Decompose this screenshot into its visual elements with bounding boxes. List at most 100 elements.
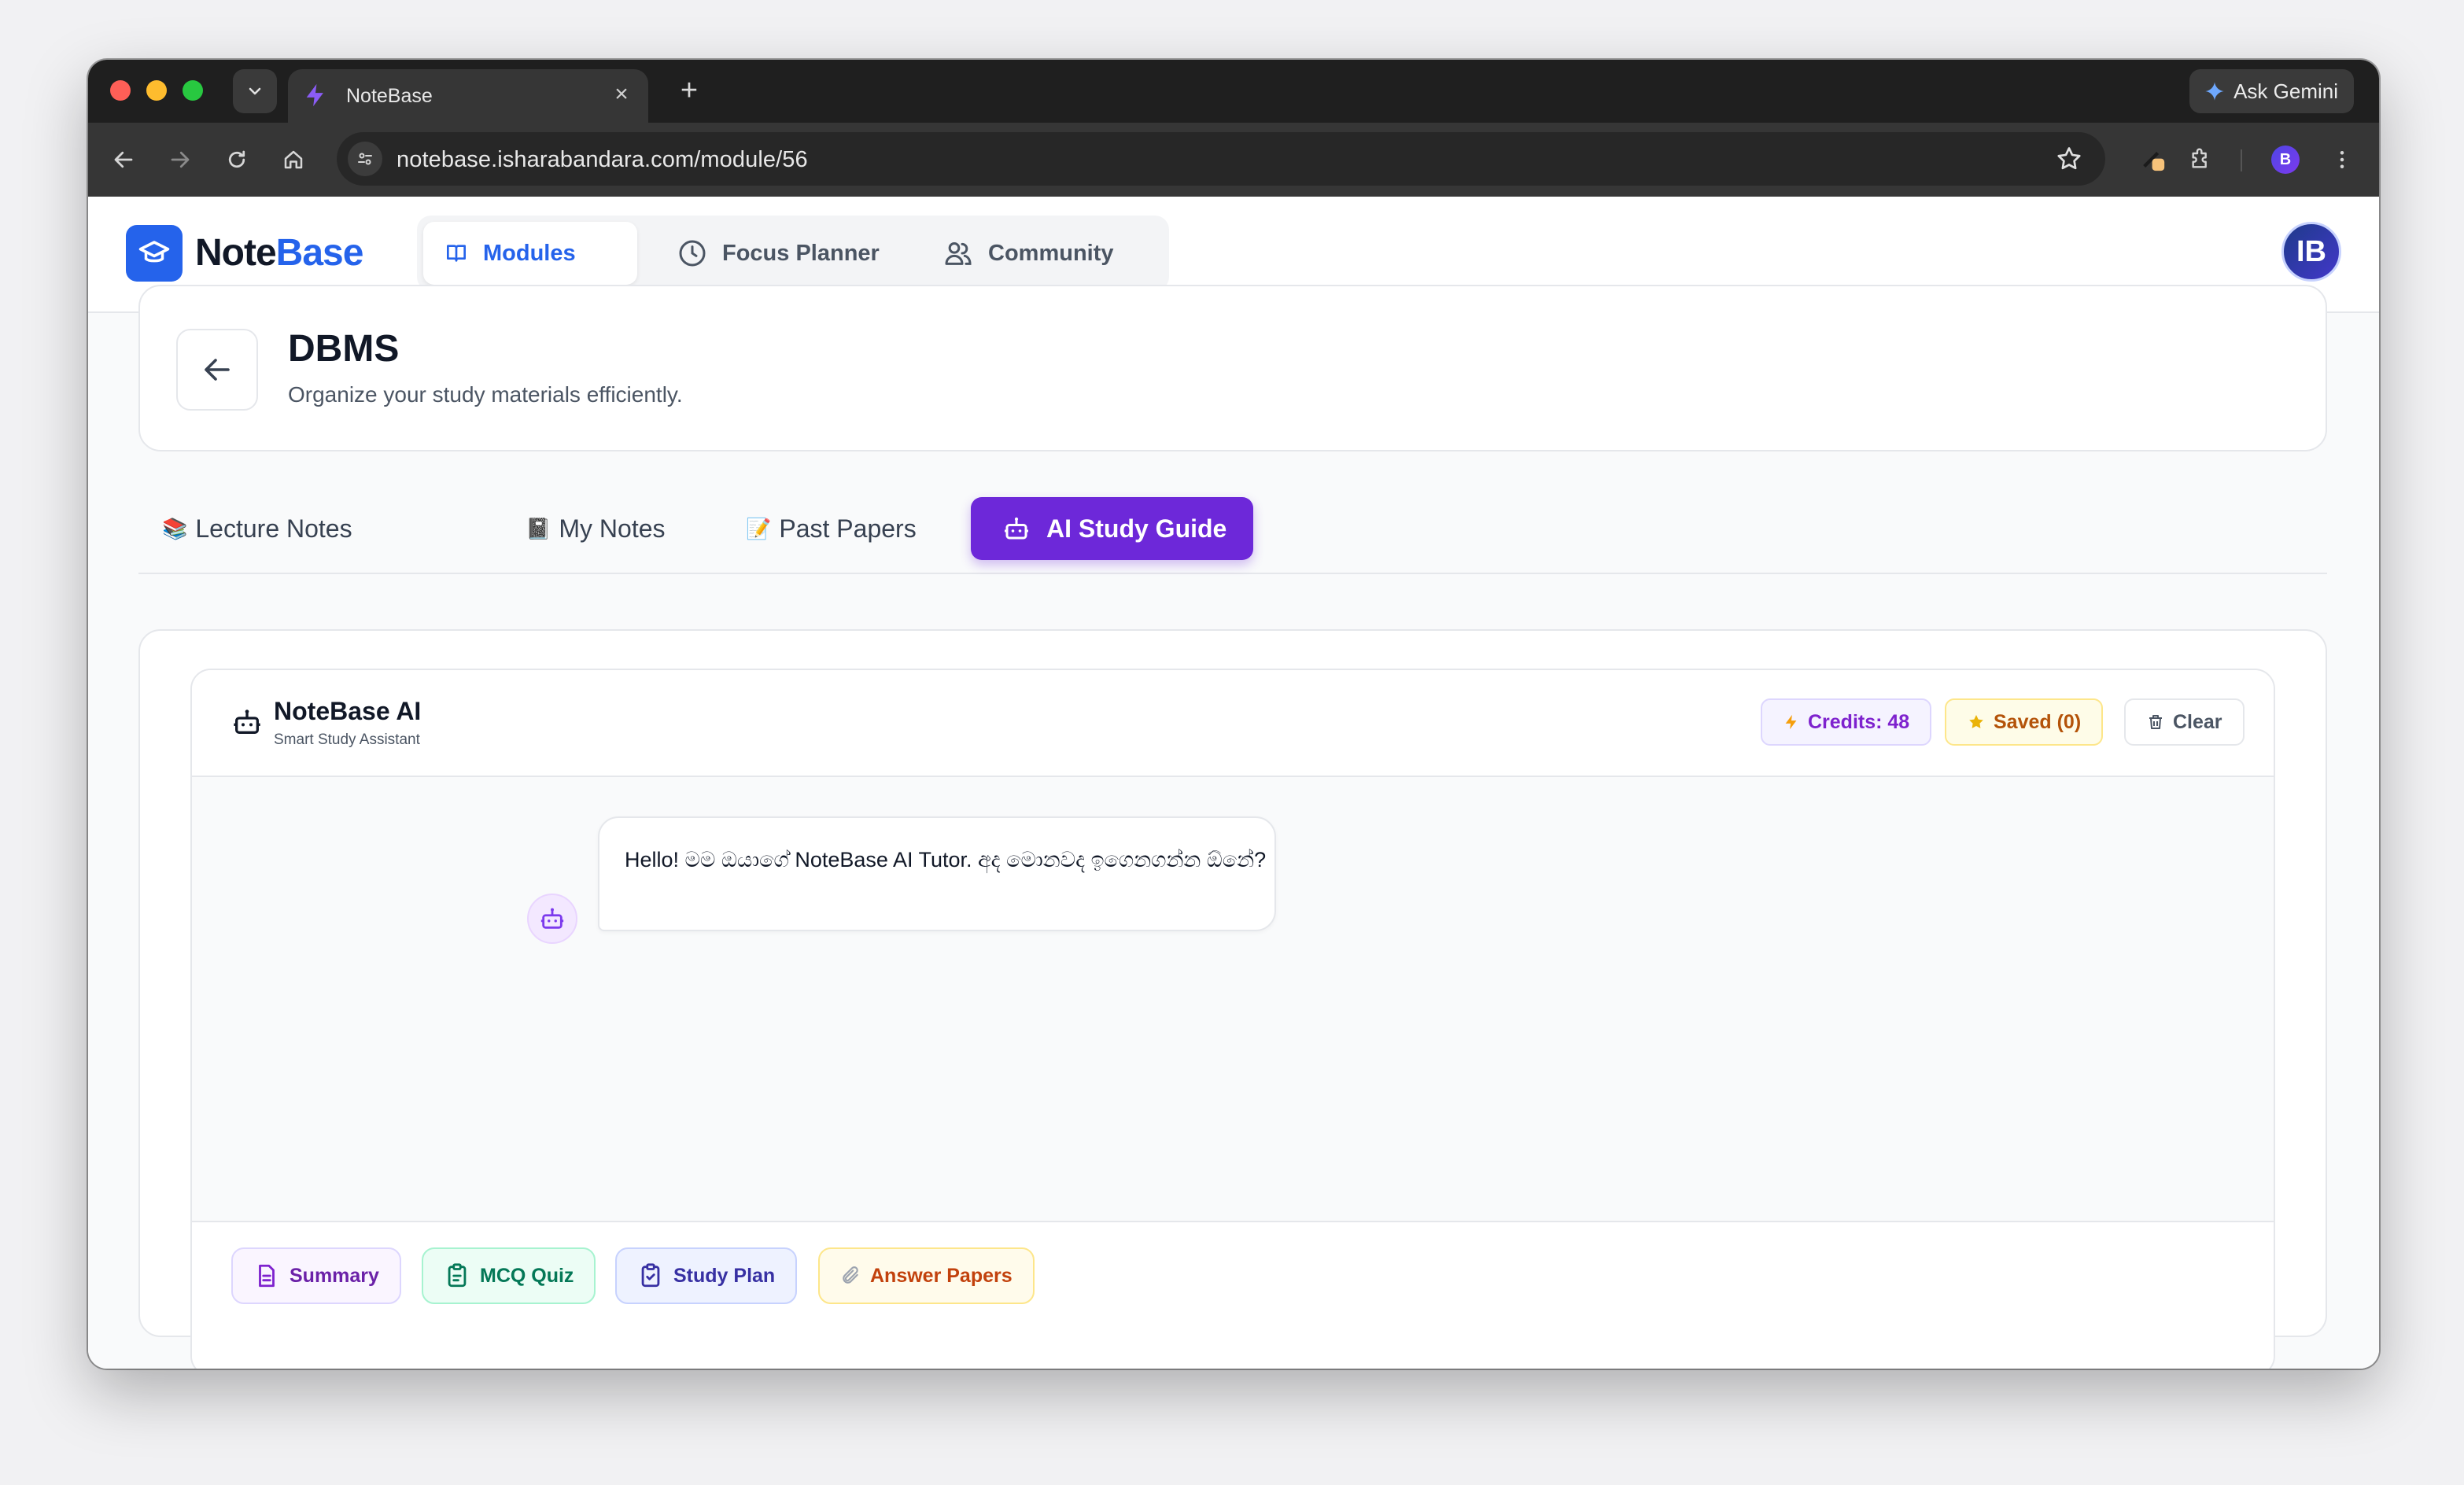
- trash-icon: [2149, 715, 2162, 729]
- quick-actions-bar: Summary MCQ Quiz Study Plan Answer Paper…: [192, 1221, 2274, 1369]
- mcq-quiz-label: MCQ Quiz: [480, 1264, 574, 1287]
- maximize-window-button[interactable]: [183, 80, 203, 101]
- tab-past-papers[interactable]: 📝 Past Papers: [746, 497, 917, 560]
- nav-community-label: Community: [988, 240, 1114, 266]
- document-icon: [259, 1264, 275, 1288]
- main-nav: Modules Focus Planner Community: [417, 216, 1169, 291]
- nav-focus-planner[interactable]: Focus Planner: [656, 222, 900, 285]
- browser-tab[interactable]: NoteBase ×: [288, 69, 648, 123]
- browser-tab-bar: NoteBase × + Ask Gemini: [88, 60, 2379, 123]
- bookmark-star-icon[interactable]: [2055, 145, 2083, 173]
- memo-icon: 📝: [746, 516, 772, 540]
- logo-part-note: Note: [195, 232, 277, 274]
- books-icon: 📚: [162, 516, 188, 540]
- tab-ai-study-guide[interactable]: AI Study Guide: [971, 497, 1254, 560]
- logo-mark[interactable]: [126, 225, 183, 282]
- profile-avatar: B: [2271, 146, 2300, 174]
- clear-label: Clear: [2173, 710, 2222, 733]
- graduation-cap-icon: [138, 241, 170, 263]
- clipboard-check-icon: [448, 1263, 467, 1288]
- mcq-quiz-button[interactable]: MCQ Quiz: [422, 1247, 596, 1304]
- nav-modules[interactable]: Modules: [423, 222, 637, 285]
- assistant-message: Hello! මම ඔයාගේ NoteBase AI Tutor. අද මො…: [598, 816, 1276, 931]
- study-plan-label: Study Plan: [673, 1264, 776, 1287]
- ask-gemini-label: Ask Gemini: [2233, 79, 2338, 103]
- book-open-icon: [447, 245, 466, 262]
- credits-badge: Credits: 48: [1761, 698, 1932, 746]
- clear-chat-button[interactable]: Clear: [2124, 698, 2245, 746]
- paperclip-icon: [843, 1266, 858, 1284]
- tab-title: NoteBase: [346, 85, 433, 107]
- close-tab-icon[interactable]: ×: [607, 80, 636, 109]
- answer-papers-button[interactable]: Answer Papers: [818, 1247, 1035, 1304]
- address-bar[interactable]: notebase.isharabandara.com/module/56: [337, 132, 2105, 186]
- module-subtitle: Organize your study materials efficientl…: [288, 382, 683, 407]
- notebook-icon: 📓: [526, 516, 551, 540]
- url-text: notebase.isharabandara.com/module/56: [397, 147, 808, 172]
- close-window-button[interactable]: [110, 80, 131, 101]
- tune-icon: [358, 153, 372, 165]
- browser-window: NoteBase × + Ask Gemini notebase.isharab…: [88, 60, 2379, 1369]
- summary-button[interactable]: Summary: [231, 1247, 401, 1304]
- notebase-favicon-icon: [306, 83, 323, 107]
- saved-button[interactable]: Saved (0): [1945, 698, 2104, 746]
- profile-button[interactable]: B: [2266, 140, 2305, 179]
- extensions-button[interactable]: [2181, 140, 2220, 179]
- back-to-modules-button[interactable]: [176, 329, 258, 411]
- reload-icon: [228, 150, 245, 168]
- bot-icon: [540, 908, 564, 929]
- chevron-down-icon: [249, 87, 261, 95]
- ask-gemini-button[interactable]: Ask Gemini: [2189, 69, 2354, 113]
- back-button[interactable]: [104, 140, 143, 179]
- tab-search-button[interactable]: [233, 69, 277, 113]
- credits-label: Credits: 48: [1808, 710, 1910, 733]
- site-settings-icon[interactable]: [348, 142, 382, 176]
- nav-focus-planner-label: Focus Planner: [722, 240, 880, 266]
- toolbar-separator: [2241, 149, 2242, 171]
- nav-modules-label: Modules: [483, 240, 576, 266]
- extension-badge-icon: [2143, 151, 2165, 171]
- study-plan-button[interactable]: Study Plan: [615, 1247, 798, 1304]
- tab-past-papers-label: Past Papers: [779, 514, 917, 543]
- clipboard-list-icon: [641, 1263, 660, 1288]
- bot-icon: [234, 709, 260, 734]
- puzzle-icon: [2192, 148, 2207, 168]
- browser-menu-button[interactable]: [2322, 140, 2362, 179]
- arrow-right-icon: [171, 151, 190, 168]
- assistant-avatar: [527, 894, 577, 944]
- app-viewport: NoteBase Modules Focus Planner Community…: [88, 197, 2379, 1369]
- user-avatar[interactable]: IB: [2281, 222, 2341, 282]
- assistant-message-text: Hello! මම ඔයාගේ NoteBase AI Tutor. අද මො…: [625, 848, 1267, 871]
- nav-community[interactable]: Community: [922, 222, 1134, 285]
- answer-papers-label: Answer Papers: [870, 1264, 1013, 1287]
- summary-label: Summary: [290, 1264, 379, 1287]
- chat-window: NoteBase AI Smart Study Assistant Credit…: [190, 669, 2275, 1369]
- users-icon: [945, 242, 972, 265]
- tab-lecture-notes[interactable]: 📚 Lecture Notes: [162, 497, 352, 560]
- reload-button[interactable]: [217, 140, 256, 179]
- module-header-card: [138, 285, 2327, 451]
- logo-part-base: Base: [275, 232, 364, 274]
- clock-icon: [679, 240, 706, 267]
- arrow-left-icon: [205, 359, 230, 381]
- tab-my-notes[interactable]: 📓 My Notes: [526, 497, 666, 560]
- assistant-name: NoteBase AI: [274, 697, 422, 725]
- home-button[interactable]: [274, 140, 313, 179]
- extension-pin-button[interactable]: [2134, 140, 2173, 179]
- saved-label: Saved (0): [1994, 710, 2082, 733]
- module-title: DBMS: [288, 328, 400, 370]
- logo-wordmark[interactable]: NoteBase: [195, 231, 363, 275]
- new-tab-button[interactable]: +: [669, 71, 710, 112]
- forward-button[interactable]: [160, 140, 200, 179]
- tab-ai-study-guide-label: AI Study Guide: [1046, 514, 1227, 543]
- kebab-menu-icon: [2340, 151, 2344, 168]
- browser-toolbar: notebase.isharabandara.com/module/56 B: [88, 123, 2379, 197]
- gemini-sparkle-icon: [2205, 82, 2224, 101]
- arrow-left-icon: [114, 151, 133, 168]
- home-icon: [284, 150, 303, 169]
- chat-header: NoteBase AI Smart Study Assistant Credit…: [192, 670, 2274, 777]
- minimize-window-button[interactable]: [146, 80, 167, 101]
- bot-icon: [1005, 517, 1028, 540]
- star-icon: [1969, 715, 1983, 728]
- lightning-icon: [1785, 714, 1797, 730]
